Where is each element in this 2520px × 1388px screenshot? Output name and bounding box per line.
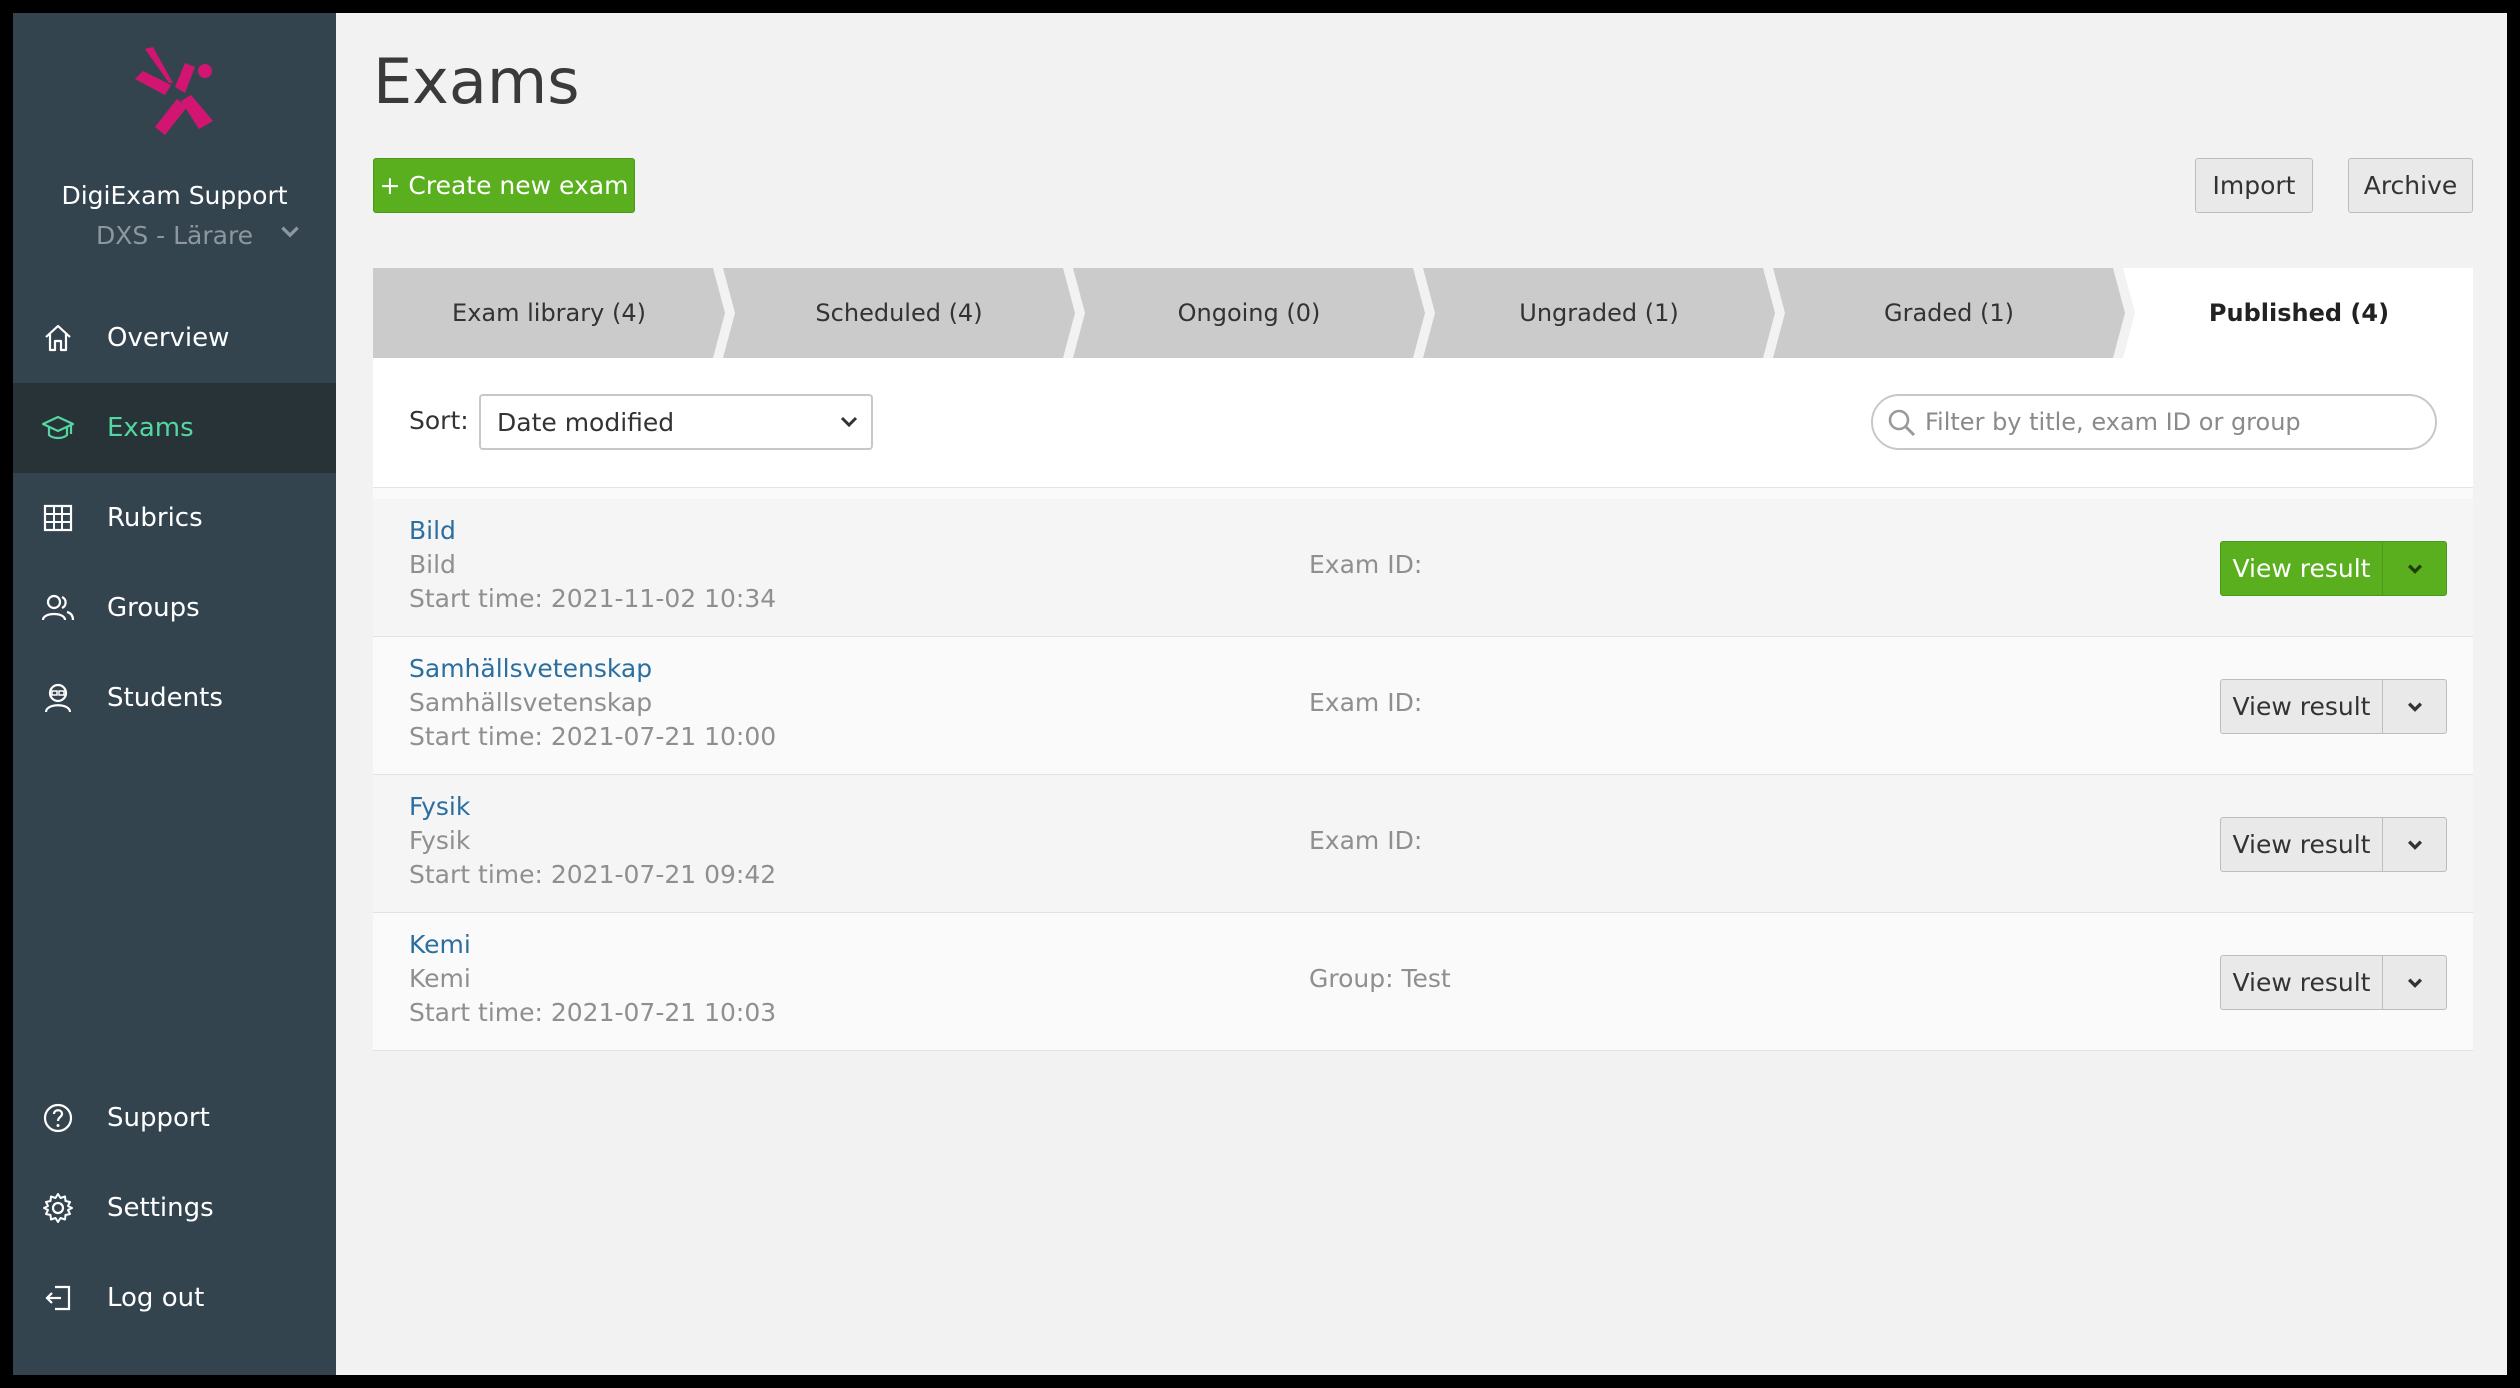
result-button-group: View result — [2220, 541, 2447, 596]
exam-meta: Exam ID: — [1309, 688, 1423, 717]
exam-title-link[interactable]: Kemi — [409, 930, 471, 959]
exam-start-time: Start time: 2021-07-21 10:00 — [409, 722, 777, 751]
exam-subject: Samhällsvetenskap — [409, 688, 653, 717]
result-options-button[interactable] — [2382, 541, 2447, 596]
chevron-down-icon — [2407, 563, 2422, 574]
tab-scheduled[interactable]: Scheduled (4) — [723, 268, 1075, 358]
tab-ongoing[interactable]: Ongoing (0) — [1073, 268, 1425, 358]
exam-title-link[interactable]: Bild — [409, 516, 456, 545]
result-options-button[interactable] — [2382, 679, 2447, 734]
tab-label: Published (4) — [2209, 299, 2389, 327]
import-button[interactable]: Import — [2195, 158, 2313, 213]
archive-button[interactable]: Archive — [2348, 158, 2473, 213]
exam-row: Bild Bild Start time: 2021-11-02 10:34 E… — [373, 499, 2473, 637]
result-button-group: View result — [2220, 679, 2447, 734]
tab-published[interactable]: Published (4) — [2123, 268, 2473, 358]
chevron-down-icon — [840, 416, 858, 428]
exam-status-tabs: Exam library (4) Scheduled (4) Ongoing (… — [373, 268, 2473, 358]
tab-label: Graded (1) — [1884, 299, 2014, 327]
sort-select[interactable]: Date modified — [479, 394, 873, 450]
exam-subject: Kemi — [409, 964, 471, 993]
exam-meta: Group: Test — [1309, 964, 1451, 993]
exam-meta: Exam ID: — [1309, 550, 1423, 579]
exam-meta: Exam ID: — [1309, 826, 1423, 855]
tab-label: Ongoing (0) — [1178, 299, 1321, 327]
chevron-down-icon — [2407, 701, 2422, 712]
main-content: Exams + Create new exam Import Archive E… — [13, 13, 2507, 1375]
view-result-button[interactable]: View result — [2220, 679, 2383, 734]
search-icon — [1888, 409, 1916, 437]
tab-graded[interactable]: Graded (1) — [1773, 268, 2125, 358]
exam-list-panel: Sort: Date modified Bild — [373, 358, 2473, 1051]
exam-row: Kemi Kemi Start time: 2021-07-21 10:03 G… — [373, 913, 2473, 1051]
exam-subject: Bild — [409, 550, 456, 579]
chevron-down-icon — [2407, 977, 2422, 988]
result-button-group: View result — [2220, 955, 2447, 1010]
exam-row: Fysik Fysik Start time: 2021-07-21 09:42… — [373, 775, 2473, 913]
tab-exam-library[interactable]: Exam library (4) — [373, 268, 725, 358]
exam-subject: Fysik — [409, 826, 471, 855]
chevron-down-icon — [2407, 839, 2422, 850]
result-options-button[interactable] — [2382, 955, 2447, 1010]
exam-title-link[interactable]: Fysik — [409, 792, 470, 821]
view-result-button[interactable]: View result — [2220, 817, 2383, 872]
page-title: Exams — [373, 45, 580, 118]
list-toolbar: Sort: Date modified — [373, 358, 2473, 488]
exam-row: Samhällsvetenskap Samhällsvetenskap Star… — [373, 637, 2473, 775]
exam-title-link[interactable]: Samhällsvetenskap — [409, 654, 652, 683]
view-result-button[interactable]: View result — [2220, 541, 2383, 596]
create-exam-button[interactable]: + Create new exam — [373, 158, 635, 213]
tab-ungraded[interactable]: Ungraded (1) — [1423, 268, 1775, 358]
result-options-button[interactable] — [2382, 817, 2447, 872]
filter-field[interactable] — [1871, 394, 2437, 450]
sort-label: Sort: — [409, 406, 469, 435]
exam-start-time: Start time: 2021-11-02 10:34 — [409, 584, 777, 613]
tab-label: Exam library (4) — [452, 299, 646, 327]
sort-value: Date modified — [497, 407, 675, 437]
exam-list: Bild Bild Start time: 2021-11-02 10:34 E… — [373, 499, 2473, 1051]
exam-start-time: Start time: 2021-07-21 10:03 — [409, 998, 777, 1027]
view-result-button[interactable]: View result — [2220, 955, 2383, 1010]
tab-label: Scheduled (4) — [815, 299, 982, 327]
app-window: DigiExam Support DXS - Lärare Overview E… — [13, 13, 2507, 1375]
exam-start-time: Start time: 2021-07-21 09:42 — [409, 860, 777, 889]
filter-input[interactable] — [1925, 408, 2435, 436]
result-button-group: View result — [2220, 817, 2447, 872]
tab-label: Ungraded (1) — [1519, 299, 1678, 327]
